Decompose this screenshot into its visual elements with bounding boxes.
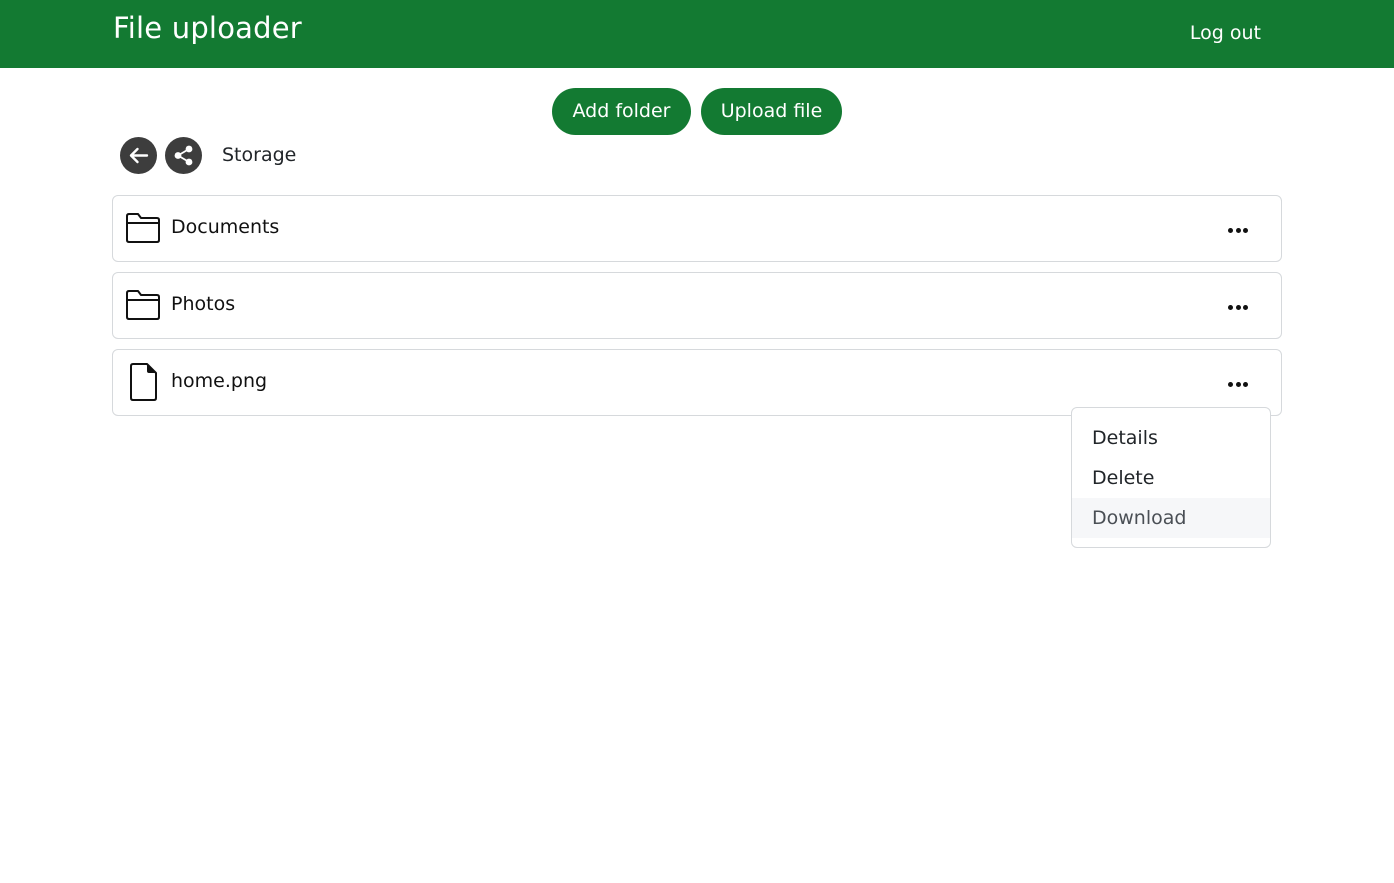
list-item-file[interactable]: home.png <box>112 349 1282 416</box>
folder-icon <box>126 290 160 320</box>
item-name[interactable]: Photos <box>171 293 235 315</box>
menu-item-download[interactable]: Download <box>1072 498 1270 538</box>
logout-link[interactable]: Log out <box>1190 22 1261 44</box>
menu-item-delete[interactable]: Delete <box>1072 458 1270 498</box>
arrow-left-icon <box>129 147 149 164</box>
breadcrumb-current: Storage <box>222 144 297 166</box>
context-menu: Details Delete Download <box>1071 407 1271 548</box>
menu-item-details[interactable]: Details <box>1072 418 1270 458</box>
file-icon <box>130 363 157 401</box>
back-button[interactable] <box>120 137 157 174</box>
more-options-button[interactable] <box>1223 374 1253 394</box>
app-brand[interactable]: File uploader <box>113 11 302 45</box>
list-item-folder[interactable]: Documents <box>112 195 1282 262</box>
share-icon <box>174 145 193 166</box>
share-button[interactable] <box>165 137 202 174</box>
list-item-folder[interactable]: Photos <box>112 272 1282 339</box>
folder-icon <box>126 213 160 243</box>
more-options-button[interactable] <box>1223 297 1253 317</box>
more-options-button[interactable] <box>1223 220 1253 240</box>
upload-file-button[interactable]: Upload file <box>701 88 842 135</box>
add-folder-button[interactable]: Add folder <box>552 88 691 135</box>
top-navbar: File uploader Log out <box>0 0 1394 68</box>
item-name[interactable]: Documents <box>171 216 279 238</box>
item-name[interactable]: home.png <box>171 370 267 392</box>
